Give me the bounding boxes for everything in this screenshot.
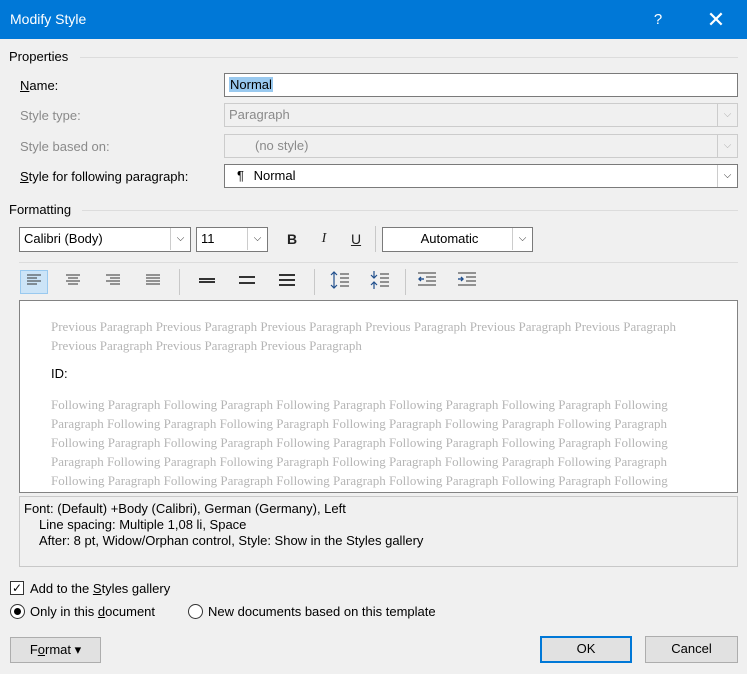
style-type-label: Style type: <box>20 108 81 123</box>
formatting-header: Formatting <box>9 202 72 217</box>
name-input[interactable]: Normal <box>224 73 738 97</box>
increase-indent-icon[interactable] <box>453 270 481 294</box>
justify-icon[interactable] <box>139 270 167 294</box>
style-description: Font: (Default) +Body (Calibri), German … <box>19 496 738 567</box>
chevron-down-icon[interactable]: ⌵ <box>247 228 267 250</box>
chevron-down-icon[interactable]: ⌵ <box>512 228 532 250</box>
toolbar-divider <box>19 262 738 263</box>
chevron-down-icon: ⌵ <box>717 104 737 126</box>
align-center-icon[interactable] <box>59 270 87 294</box>
format-button[interactable]: Format ▾ <box>10 637 101 663</box>
decrease-indent-icon[interactable] <box>413 270 441 294</box>
toolbar-separator <box>179 269 180 295</box>
bold-button[interactable]: B <box>278 227 306 251</box>
preview-following-paragraph: Following Paragraph Following Paragraph … <box>51 397 668 488</box>
chevron-down-icon: ⌵ <box>717 135 737 157</box>
description-line: After: 8 pt, Widow/Orphan control, Style… <box>39 533 424 548</box>
based-on-select: (no style) ⌵ <box>224 134 738 158</box>
align-left-icon[interactable] <box>20 270 48 294</box>
add-to-gallery-checkbox[interactable]: ✓ <box>10 581 24 595</box>
cancel-button[interactable]: Cancel <box>645 636 738 663</box>
ok-button[interactable]: OK <box>540 636 632 663</box>
align-right-icon[interactable] <box>99 270 127 294</box>
following-select[interactable]: ¶ Normal ⌵ <box>224 164 738 188</box>
preview-previous-paragraph: Previous Paragraph Previous Paragraph Pr… <box>51 319 676 353</box>
font-select[interactable]: Calibri (Body) ⌵ <box>19 227 191 252</box>
italic-button[interactable]: I <box>310 227 338 251</box>
following-label: Style for following paragraph: <box>20 169 189 184</box>
based-on-value: (no style) <box>255 138 309 153</box>
window-title: Modify Style <box>10 11 87 27</box>
font-size-value: 11 <box>201 231 215 246</box>
toolbar-separator <box>405 269 406 295</box>
font-color-value: Automatic <box>420 231 479 246</box>
preview-current-paragraph: ID: <box>51 366 68 381</box>
name-label: Name: <box>20 78 59 93</box>
chevron-down-icon[interactable]: ⌵ <box>717 165 737 187</box>
new-documents-radio[interactable] <box>188 604 203 619</box>
one-half-spacing-icon[interactable] <box>233 270 261 294</box>
single-spacing-icon[interactable] <box>193 270 221 294</box>
formatting-divider <box>82 210 738 211</box>
help-button[interactable]: ? <box>643 6 673 34</box>
font-color-select[interactable]: Automatic ⌵ <box>382 227 533 252</box>
name-value: Normal <box>229 77 273 92</box>
only-this-document-label[interactable]: Only in this document <box>30 604 155 619</box>
toolbar-separator <box>314 269 315 295</box>
style-preview: Previous Paragraph Previous Paragraph Pr… <box>19 300 738 493</box>
double-spacing-icon[interactable] <box>273 270 301 294</box>
font-value: Calibri (Body) <box>24 231 103 246</box>
increase-paragraph-spacing-icon[interactable] <box>326 270 354 294</box>
underline-button[interactable]: U <box>342 227 370 251</box>
style-type-value: Paragraph <box>229 107 290 122</box>
following-value: Normal <box>253 168 296 183</box>
font-size-select[interactable]: 11 ⌵ <box>196 227 268 252</box>
close-button[interactable]: ✕ <box>700 6 732 34</box>
properties-header: Properties <box>9 49 69 64</box>
add-to-gallery-label[interactable]: Add to the Styles gallery <box>30 581 170 596</box>
description-line: Font: (Default) +Body (Calibri), German … <box>24 501 346 516</box>
description-line: Line spacing: Multiple 1,08 li, Space <box>39 517 247 532</box>
toolbar-separator <box>375 226 376 252</box>
title-bar: Modify Style ? ✕ <box>0 0 747 39</box>
new-documents-label[interactable]: New documents based on this template <box>208 604 436 619</box>
decrease-paragraph-spacing-icon[interactable] <box>366 270 394 294</box>
style-type-select: Paragraph ⌵ <box>224 103 738 127</box>
based-on-label: Style based on: <box>20 139 110 154</box>
pilcrow-icon: ¶ <box>237 168 244 183</box>
only-this-document-radio[interactable] <box>10 604 25 619</box>
properties-divider <box>80 57 738 58</box>
chevron-down-icon[interactable]: ⌵ <box>170 228 190 250</box>
